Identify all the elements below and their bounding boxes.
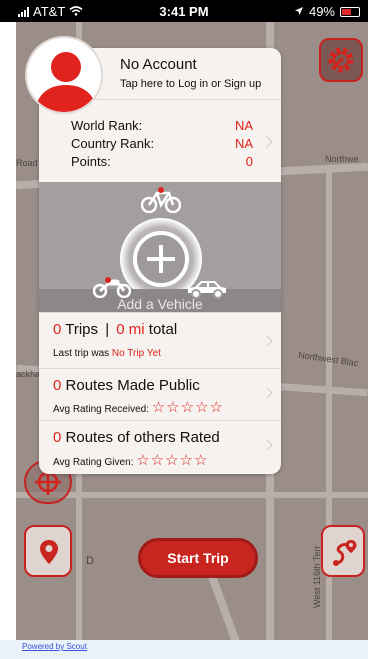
street-label: ackha [16,369,41,379]
rating-stars: ☆☆☆☆☆ [136,452,209,469]
world-rank-label: World Rank: [71,118,143,133]
street-label: D [86,555,94,567]
country-rank-value: NA [234,136,253,151]
start-trip-button[interactable]: Start Trip [138,538,258,578]
trips-count: 0 [53,321,62,338]
account-title: No Account [120,56,197,73]
world-rank-value: NA [234,118,253,133]
routes-public-count: 0 [53,377,62,394]
trips-distance-label: total [148,321,178,338]
avg-rating-given: Avg Rating Given: ☆☆☆☆☆ [53,451,208,469]
bicycle-icon [140,187,182,218]
avg-rating-received: Avg Rating Received: ☆☆☆☆☆ [53,398,224,416]
avatar[interactable] [25,36,103,114]
routes-public-row[interactable]: 0 Routes Made Public Avg Rating Received… [39,368,281,420]
route-icon [331,539,359,572]
last-trip-value: No Trip Yet [111,348,161,359]
settings-gear-icon [326,45,356,80]
trips-distance: 0 mi [116,321,145,338]
chevron-right-icon [261,335,273,347]
routes-button[interactable] [321,525,365,577]
routes-rated-count: 0 [53,429,62,446]
routes-public-summary: 0 Routes Made Public [53,377,200,394]
points-value: 0 [245,154,253,169]
add-vehicle-area[interactable]: Add a Vehicle [39,182,281,312]
battery-icon [340,6,360,17]
location-arrow-icon [294,4,304,19]
map-road [326,172,332,654]
chevron-right-icon [261,439,273,451]
street-label: Road [16,158,38,168]
avg-rating-given-label: Avg Rating Given: [53,457,134,468]
chevron-right-icon [261,387,273,399]
location-button[interactable] [24,525,72,577]
routes-rated-row[interactable]: 0 Routes of others Rated Avg Rating Give… [39,420,281,474]
rating-stars: ☆☆☆☆☆ [151,399,225,416]
avg-rating-received-label: Avg Rating Received: [53,404,149,415]
trips-label: Trips [65,321,99,338]
trips-separator: | [105,321,110,338]
add-vehicle-label: Add a Vehicle [117,296,203,312]
last-trip: Last trip was No Trip Yet [53,348,161,359]
trips-row[interactable]: 0 Trips | 0 mi total Last trip was No Tr… [39,312,281,368]
routes-rated-label: Routes of others Rated [65,429,220,446]
battery-percent: 49% [308,4,335,19]
routes-public-label: Routes Made Public [65,377,200,394]
routes-rated-summary: 0 Routes of others Rated [53,429,220,446]
chevron-right-icon [261,136,273,148]
street-label: Northwe [325,154,359,164]
account-subtitle: Tap here to Log in or Sign up [120,78,262,90]
powered-by-link[interactable]: Powered by Scout [22,642,87,651]
country-rank-label: Country Rank: [71,136,155,151]
points-label: Points: [71,154,111,169]
settings-button[interactable] [319,38,363,82]
last-trip-label: Last trip was [53,348,110,359]
location-pin-icon [39,539,59,570]
status-bar: AT&T 3:41 PM 49% [0,0,368,22]
trips-summary: 0 Trips | 0 mi total [53,321,177,338]
